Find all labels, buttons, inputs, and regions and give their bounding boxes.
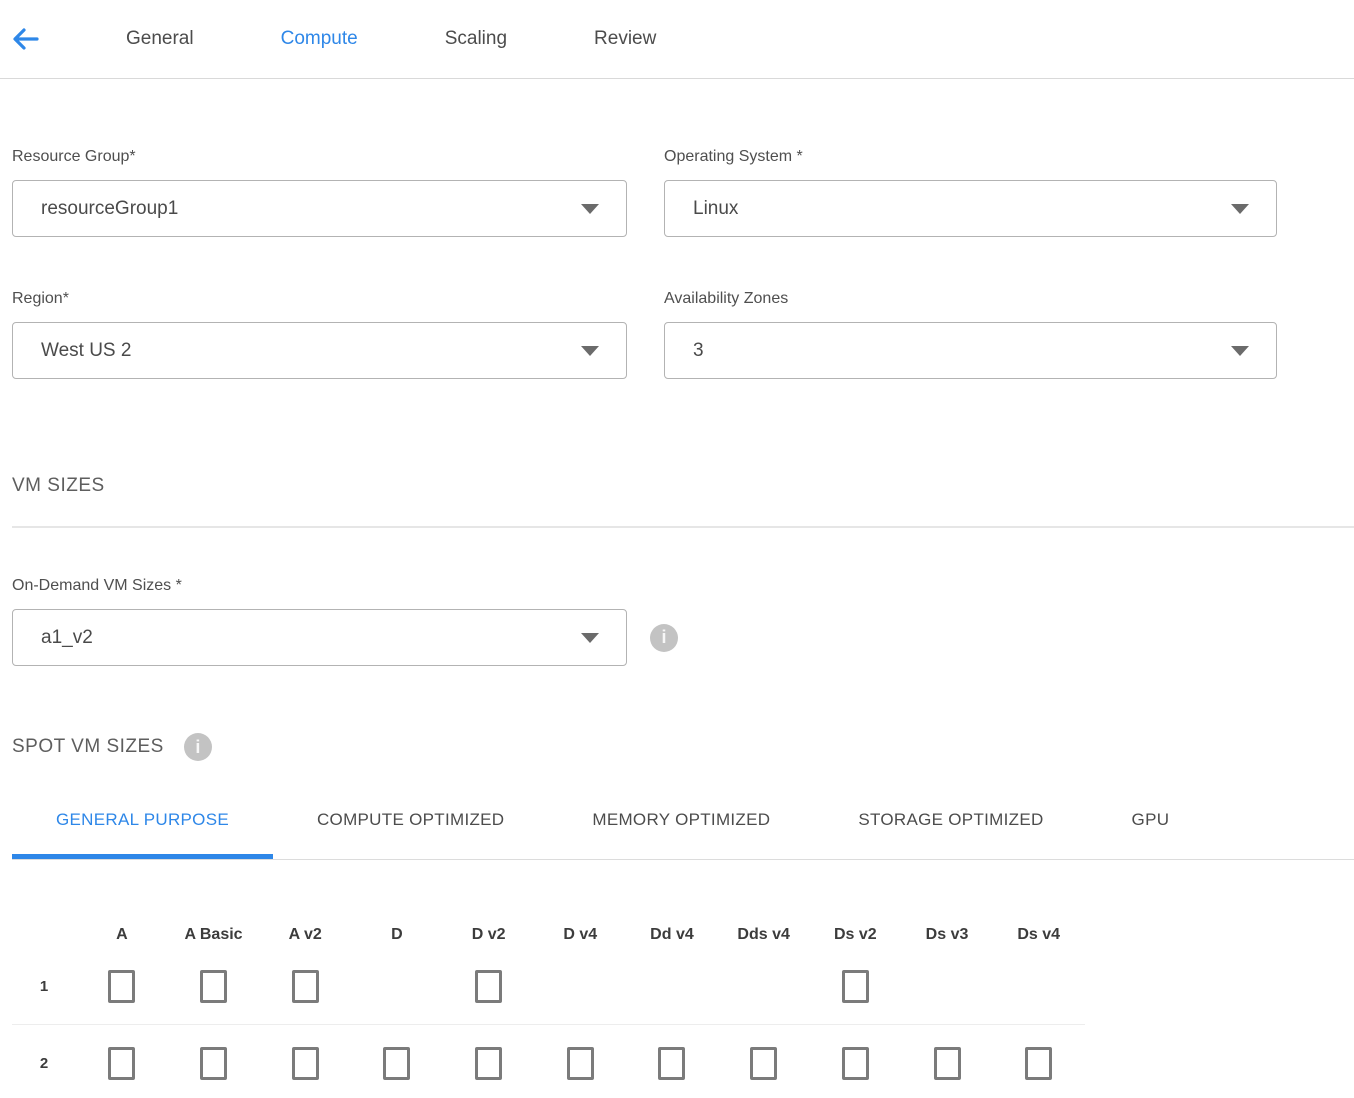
column-header-d-v4: D v4 [534, 926, 626, 948]
region-value: West US 2 [41, 340, 131, 362]
spot-vm-category-tabs: GENERAL PURPOSE COMPUTE OPTIMIZED MEMORY… [12, 810, 1354, 860]
column-header-ds-v2: Ds v2 [810, 926, 902, 948]
on-demand-vm-sizes-label: On-Demand VM Sizes * [12, 576, 1354, 595]
tab-gpu[interactable]: GPU [1088, 810, 1214, 860]
cell-1-ds-v2 [810, 970, 902, 1003]
vm-size-checkbox-2-ds-v2[interactable] [842, 1047, 869, 1080]
vm-size-checkbox-1-ds-v2[interactable] [842, 970, 869, 1003]
vm-size-checkbox-2-a-v2[interactable] [292, 1047, 319, 1080]
tab-compute-optimized[interactable]: COMPUTE OPTIMIZED [273, 810, 548, 860]
region-field: Region* West US 2 [12, 289, 627, 379]
column-header-dds-v4: Dds v4 [718, 926, 810, 948]
cell-1-a [76, 970, 168, 1003]
resource-group-value: resourceGroup1 [41, 198, 178, 220]
region-label: Region* [12, 289, 627, 308]
cell-2-a-basic [168, 1047, 260, 1080]
cell-2-d-v2 [443, 1047, 535, 1080]
tab-storage-optimized[interactable]: STORAGE OPTIMIZED [814, 810, 1087, 860]
resource-group-label: Resource Group* [12, 147, 627, 166]
cell-2-a [76, 1047, 168, 1080]
column-header-ds-v4: Ds v4 [993, 926, 1085, 948]
row-label: 1 [12, 978, 76, 995]
chevron-down-icon [581, 204, 599, 214]
vm-size-checkbox-1-a-basic[interactable] [200, 970, 227, 1003]
vm-size-table-header: AA BasicA v2DD v2D v4Dd v4Dds v4Ds v2Ds … [12, 926, 1085, 948]
column-header-d: D [351, 926, 443, 948]
resource-group-select[interactable]: resourceGroup1 [12, 180, 627, 237]
section-divider [12, 526, 1354, 528]
vm-size-checkbox-2-d-v2[interactable] [475, 1047, 502, 1080]
cell-2-dd-v4 [626, 1047, 718, 1080]
cell-2-ds-v4 [993, 1047, 1085, 1080]
vm-sizes-section-title: VM SIZES [12, 475, 1354, 497]
operating-system-value: Linux [693, 198, 738, 220]
vm-size-checkbox-2-d-v4[interactable] [567, 1047, 594, 1080]
cell-1-a-basic [168, 970, 260, 1003]
column-header-a-basic: A Basic [168, 926, 260, 948]
tab-scaling[interactable]: Scaling [445, 28, 507, 50]
tab-compute[interactable]: Compute [281, 28, 358, 50]
arrow-left-icon [12, 27, 39, 51]
on-demand-vm-sizes-field: On-Demand VM Sizes * a1_v2 i [12, 576, 1354, 666]
cell-1-d-v2 [443, 970, 535, 1003]
column-header-a-v2: A v2 [259, 926, 351, 948]
cell-2-ds-v2 [810, 1047, 902, 1080]
row-label: 2 [12, 1055, 76, 1072]
back-button[interactable] [12, 26, 39, 52]
cell-2-a-v2 [259, 1047, 351, 1080]
cell-1-a-v2 [259, 970, 351, 1003]
availability-zones-select[interactable]: 3 [664, 322, 1277, 379]
info-icon[interactable]: i [184, 733, 212, 761]
vm-size-checkbox-1-a-v2[interactable] [292, 970, 319, 1003]
column-header-ds-v3: Ds v3 [901, 926, 993, 948]
operating-system-select[interactable]: Linux [664, 180, 1277, 237]
vm-size-checkbox-2-a-basic[interactable] [200, 1047, 227, 1080]
availability-zones-value: 3 [693, 340, 704, 362]
availability-zones-label: Availability Zones [664, 289, 1277, 308]
table-row-2: 2 [12, 1025, 1085, 1098]
tab-general[interactable]: General [126, 28, 194, 50]
resource-group-field: Resource Group* resourceGroup1 [12, 147, 627, 237]
operating-system-field: Operating System * Linux [664, 147, 1277, 237]
on-demand-vm-sizes-select[interactable]: a1_v2 [12, 609, 627, 666]
vm-size-checkbox-2-d[interactable] [383, 1047, 410, 1080]
column-header-a: A [76, 926, 168, 948]
vm-size-checkbox-2-ds-v3[interactable] [934, 1047, 961, 1080]
vm-size-checkbox-1-d-v2[interactable] [475, 970, 502, 1003]
chevron-down-icon [1231, 204, 1249, 214]
chevron-down-icon [581, 346, 599, 356]
corner-cell [12, 926, 76, 948]
spot-vm-sizes-section: SPOT VM SIZES i [12, 733, 1354, 761]
cell-2-d [351, 1047, 443, 1080]
vm-size-checkbox-1-a[interactable] [108, 970, 135, 1003]
tab-review[interactable]: Review [594, 28, 656, 50]
spot-vm-sizes-section-title: SPOT VM SIZES [12, 736, 164, 758]
tab-memory-optimized[interactable]: MEMORY OPTIMIZED [548, 810, 814, 860]
info-icon[interactable]: i [650, 624, 678, 652]
availability-zones-field: Availability Zones 3 [664, 289, 1277, 379]
cell-2-d-v4 [534, 1047, 626, 1080]
chevron-down-icon [1231, 346, 1249, 356]
region-select[interactable]: West US 2 [12, 322, 627, 379]
table-row-1: 1 [12, 948, 1085, 1025]
vm-size-checkbox-2-dd-v4[interactable] [658, 1047, 685, 1080]
cell-2-ds-v3 [901, 1047, 993, 1080]
column-header-d-v2: D v2 [443, 926, 535, 948]
column-header-dd-v4: Dd v4 [626, 926, 718, 948]
compute-form: Resource Group* resourceGroup1 Operating… [12, 147, 1354, 379]
vm-size-table: AA BasicA v2DD v2D v4Dd v4Dds v4Ds v2Ds … [12, 926, 1354, 1098]
tab-general-purpose[interactable]: GENERAL PURPOSE [12, 810, 273, 860]
vm-size-checkbox-2-dds-v4[interactable] [750, 1047, 777, 1080]
vm-size-checkbox-2-a[interactable] [108, 1047, 135, 1080]
compute-step-content: Resource Group* resourceGroup1 Operating… [0, 147, 1354, 1098]
operating-system-label: Operating System * [664, 147, 1277, 166]
wizard-header: General Compute Scaling Review [0, 0, 1354, 79]
cell-2-dds-v4 [718, 1047, 810, 1080]
vm-size-checkbox-2-ds-v4[interactable] [1025, 1047, 1052, 1080]
chevron-down-icon [581, 633, 599, 643]
on-demand-vm-sizes-value: a1_v2 [41, 627, 93, 649]
